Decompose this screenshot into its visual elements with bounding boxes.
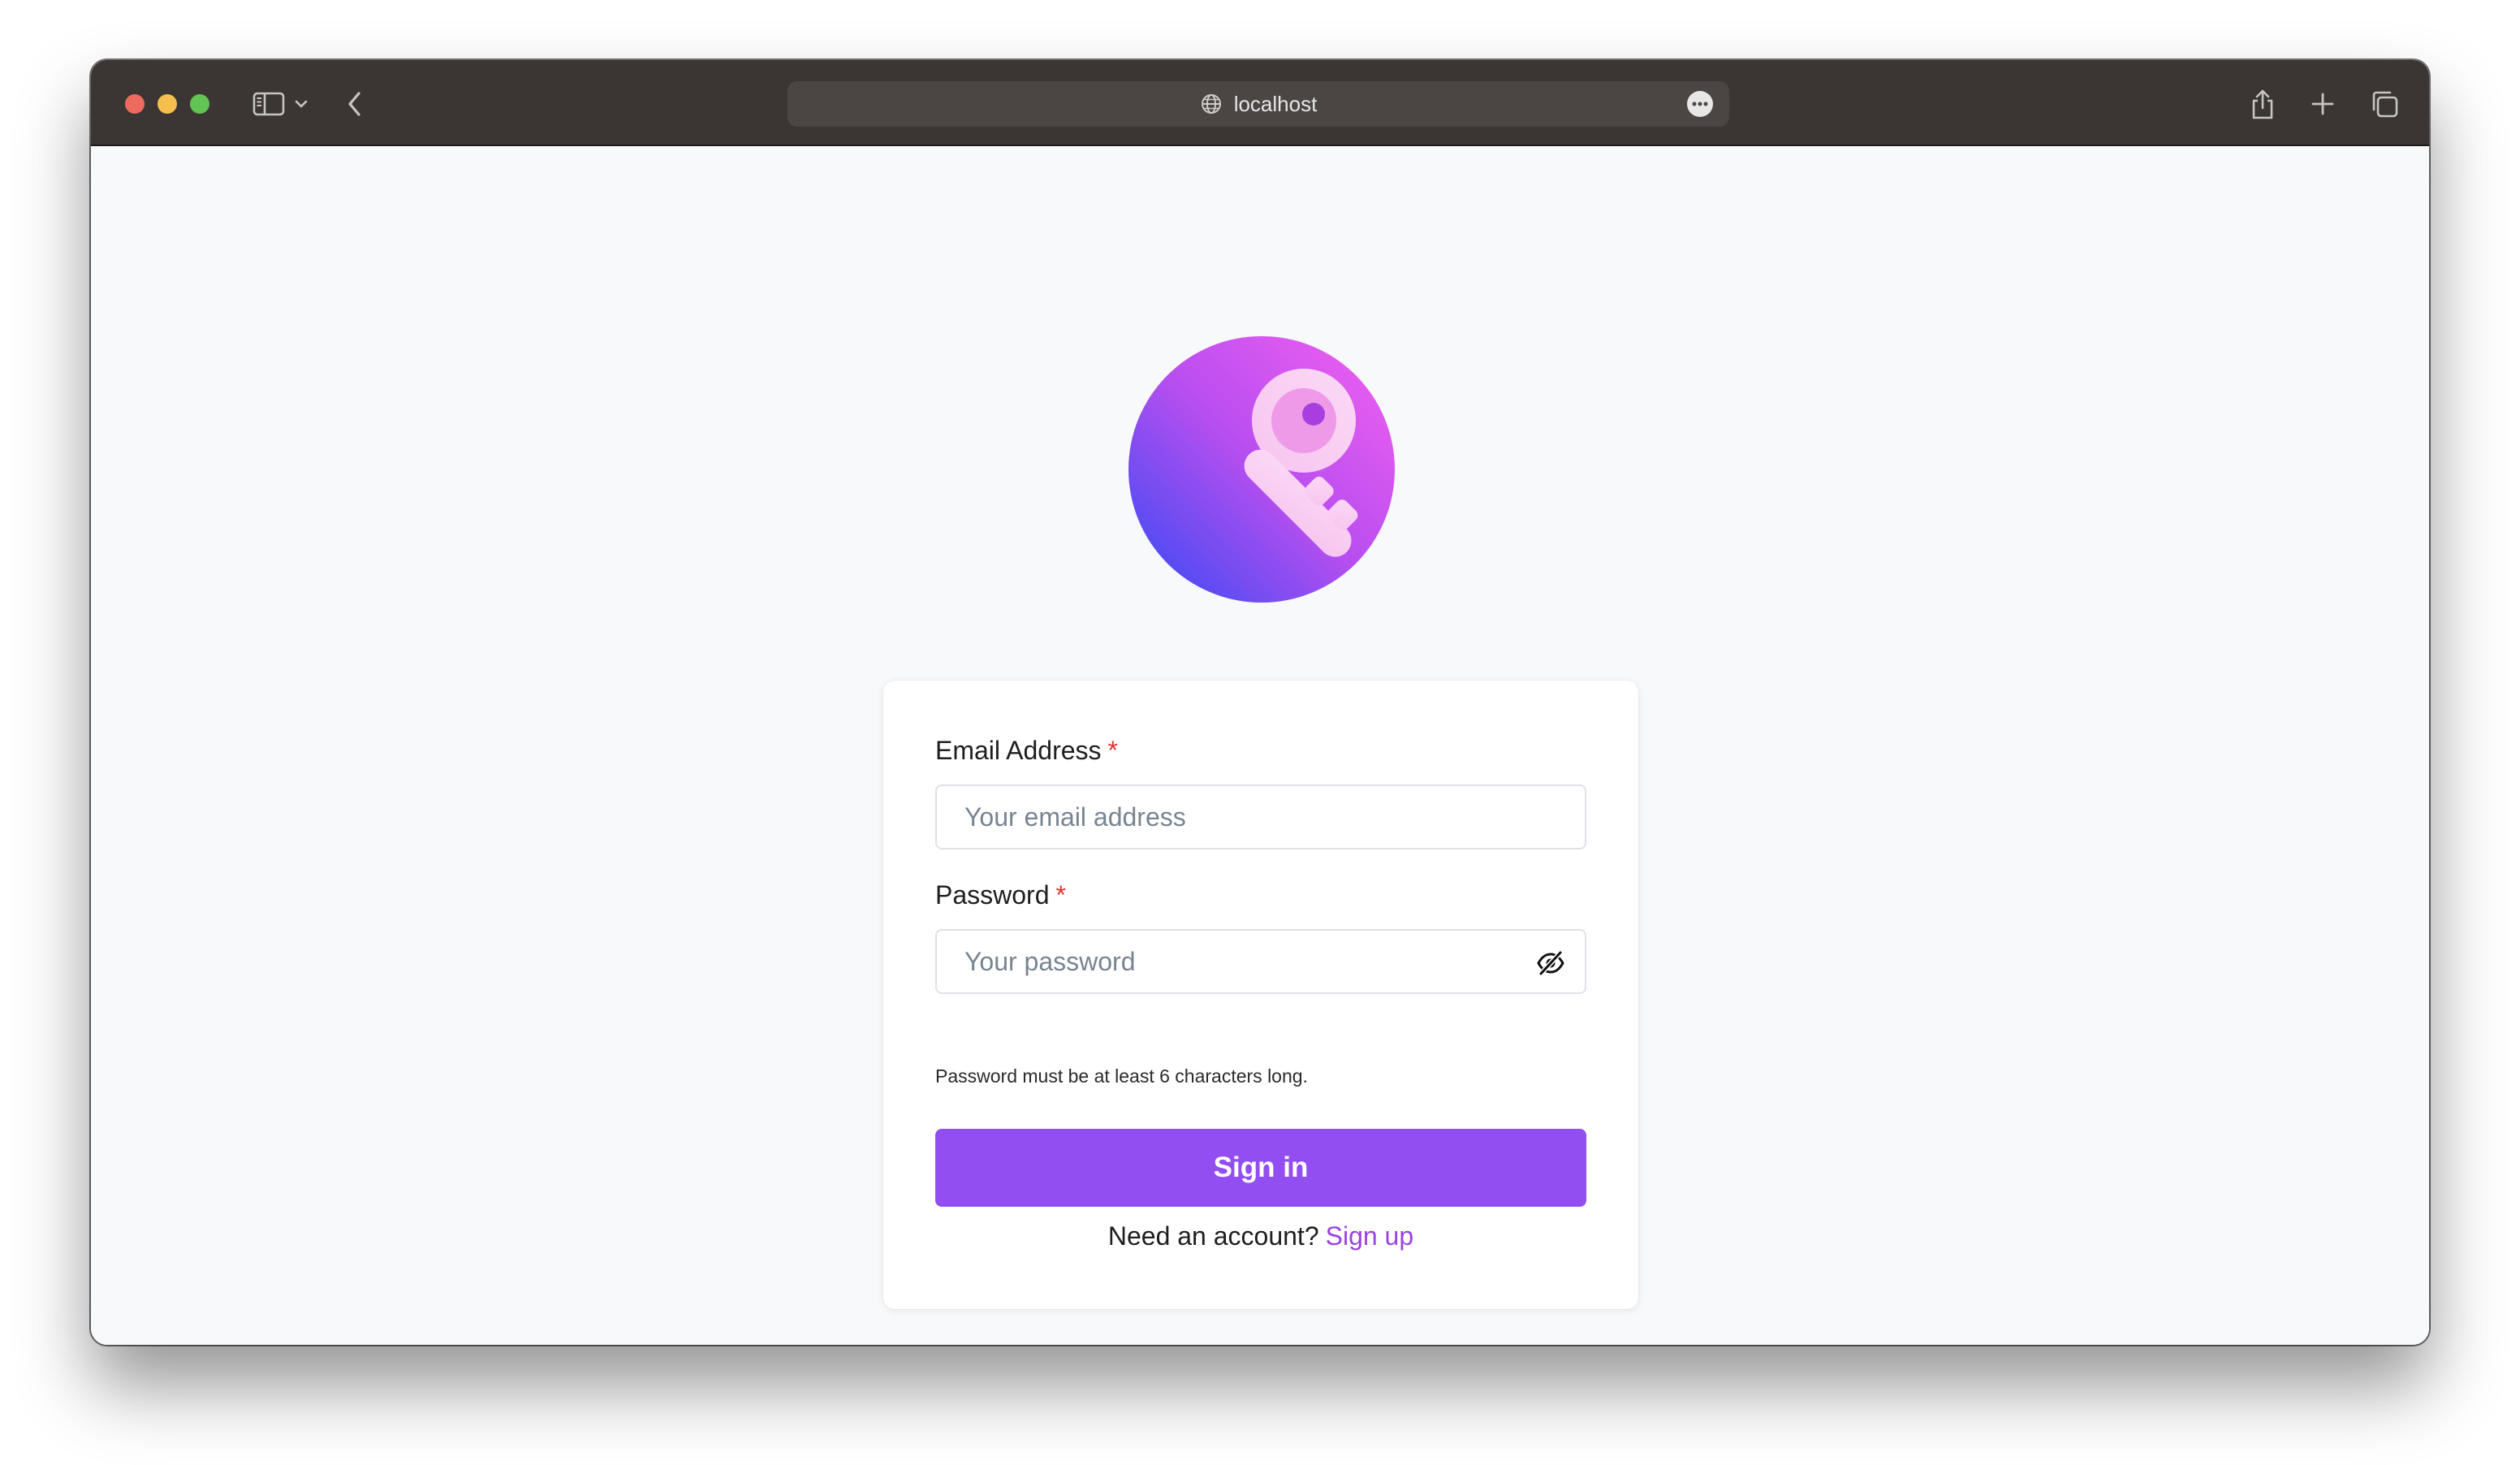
email-label: Email Address * bbox=[935, 736, 1118, 765]
eye-slash-icon[interactable] bbox=[1534, 947, 1567, 979]
signup-prompt-text: Need an account? bbox=[1107, 1221, 1319, 1251]
required-mark: * bbox=[1107, 736, 1118, 765]
more-options-icon[interactable] bbox=[1687, 91, 1713, 117]
password-hint: Password must be at least 6 characters l… bbox=[935, 1065, 1308, 1087]
sign-in-button[interactable]: Sign in bbox=[935, 1129, 1586, 1207]
browser-window: localhost Email Address * Your email add… bbox=[91, 60, 2429, 1345]
globe-icon bbox=[1200, 93, 1223, 115]
key-icon bbox=[1128, 336, 1395, 603]
sign-in-card: Email Address* Password* P bbox=[883, 681, 1638, 1309]
close-window-button[interactable] bbox=[125, 94, 145, 114]
browser-toolbar: localhost bbox=[91, 60, 2429, 146]
email-field[interactable] bbox=[937, 786, 1585, 848]
new-tab-icon[interactable] bbox=[2302, 84, 2343, 123]
chevron-down-icon[interactable] bbox=[289, 84, 313, 123]
maximize-window-button[interactable] bbox=[190, 94, 209, 114]
required-mark: * bbox=[1055, 880, 1066, 910]
address-bar[interactable]: localhost bbox=[788, 81, 1729, 127]
sign-up-link[interactable]: Sign up bbox=[1326, 1221, 1414, 1251]
share-icon[interactable] bbox=[2242, 84, 2283, 123]
page-content: Email Address* Password* P bbox=[91, 148, 2429, 1345]
password-field-wrapper bbox=[935, 929, 1586, 994]
address-url: localhost bbox=[1233, 91, 1318, 116]
minimize-window-button[interactable] bbox=[158, 94, 177, 114]
password-label: Password * bbox=[935, 880, 1066, 910]
tab-overview-icon[interactable] bbox=[2364, 84, 2405, 123]
password-field[interactable] bbox=[937, 931, 1585, 992]
signup-prompt: Need an account? Sign up bbox=[883, 1221, 1638, 1251]
sidebar-toggle-icon[interactable] bbox=[248, 84, 289, 123]
email-field-wrapper bbox=[935, 784, 1586, 849]
back-arrow-icon[interactable] bbox=[334, 84, 375, 123]
